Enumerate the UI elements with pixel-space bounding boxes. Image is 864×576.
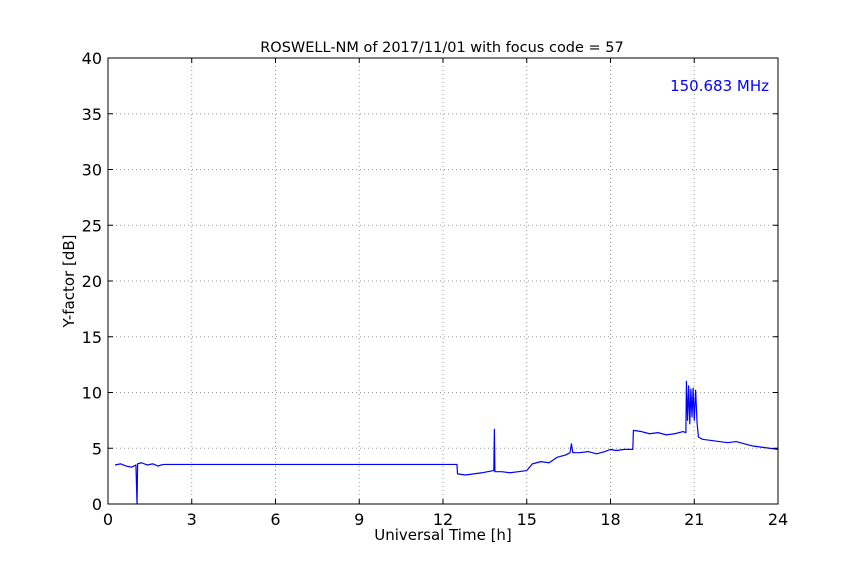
chart: ROSWELL-NM of 2017/11/01 with focus code… (0, 0, 864, 576)
x-tick-label: 9 (354, 510, 364, 529)
x-tick-label: 6 (270, 510, 280, 529)
y-tick-label: 0 (92, 495, 102, 514)
frequency-annotation: 150.683 MHz (670, 77, 769, 95)
x-tick-label: 18 (600, 510, 620, 529)
y-tick-label: 25 (82, 216, 102, 235)
x-tick-label: 0 (103, 510, 113, 529)
y-tick-label: 40 (82, 49, 102, 68)
y-axis-label: Y-factor [dB] (60, 234, 78, 328)
x-tick-label: 21 (684, 510, 704, 529)
y-tick-label: 15 (82, 328, 102, 347)
y-tick-label: 35 (82, 105, 102, 124)
x-axis-label: Universal Time [h] (374, 526, 512, 544)
x-tick-label: 3 (187, 510, 197, 529)
y-tick-label: 30 (82, 161, 102, 180)
y-tick-label: 5 (92, 439, 102, 458)
x-tick-label: 24 (768, 510, 788, 529)
x-tick-label: 15 (517, 510, 537, 529)
y-tick-label: 20 (82, 272, 102, 291)
y-tick-label: 10 (82, 384, 102, 403)
chart-title: ROSWELL-NM of 2017/11/01 with focus code… (260, 40, 624, 56)
